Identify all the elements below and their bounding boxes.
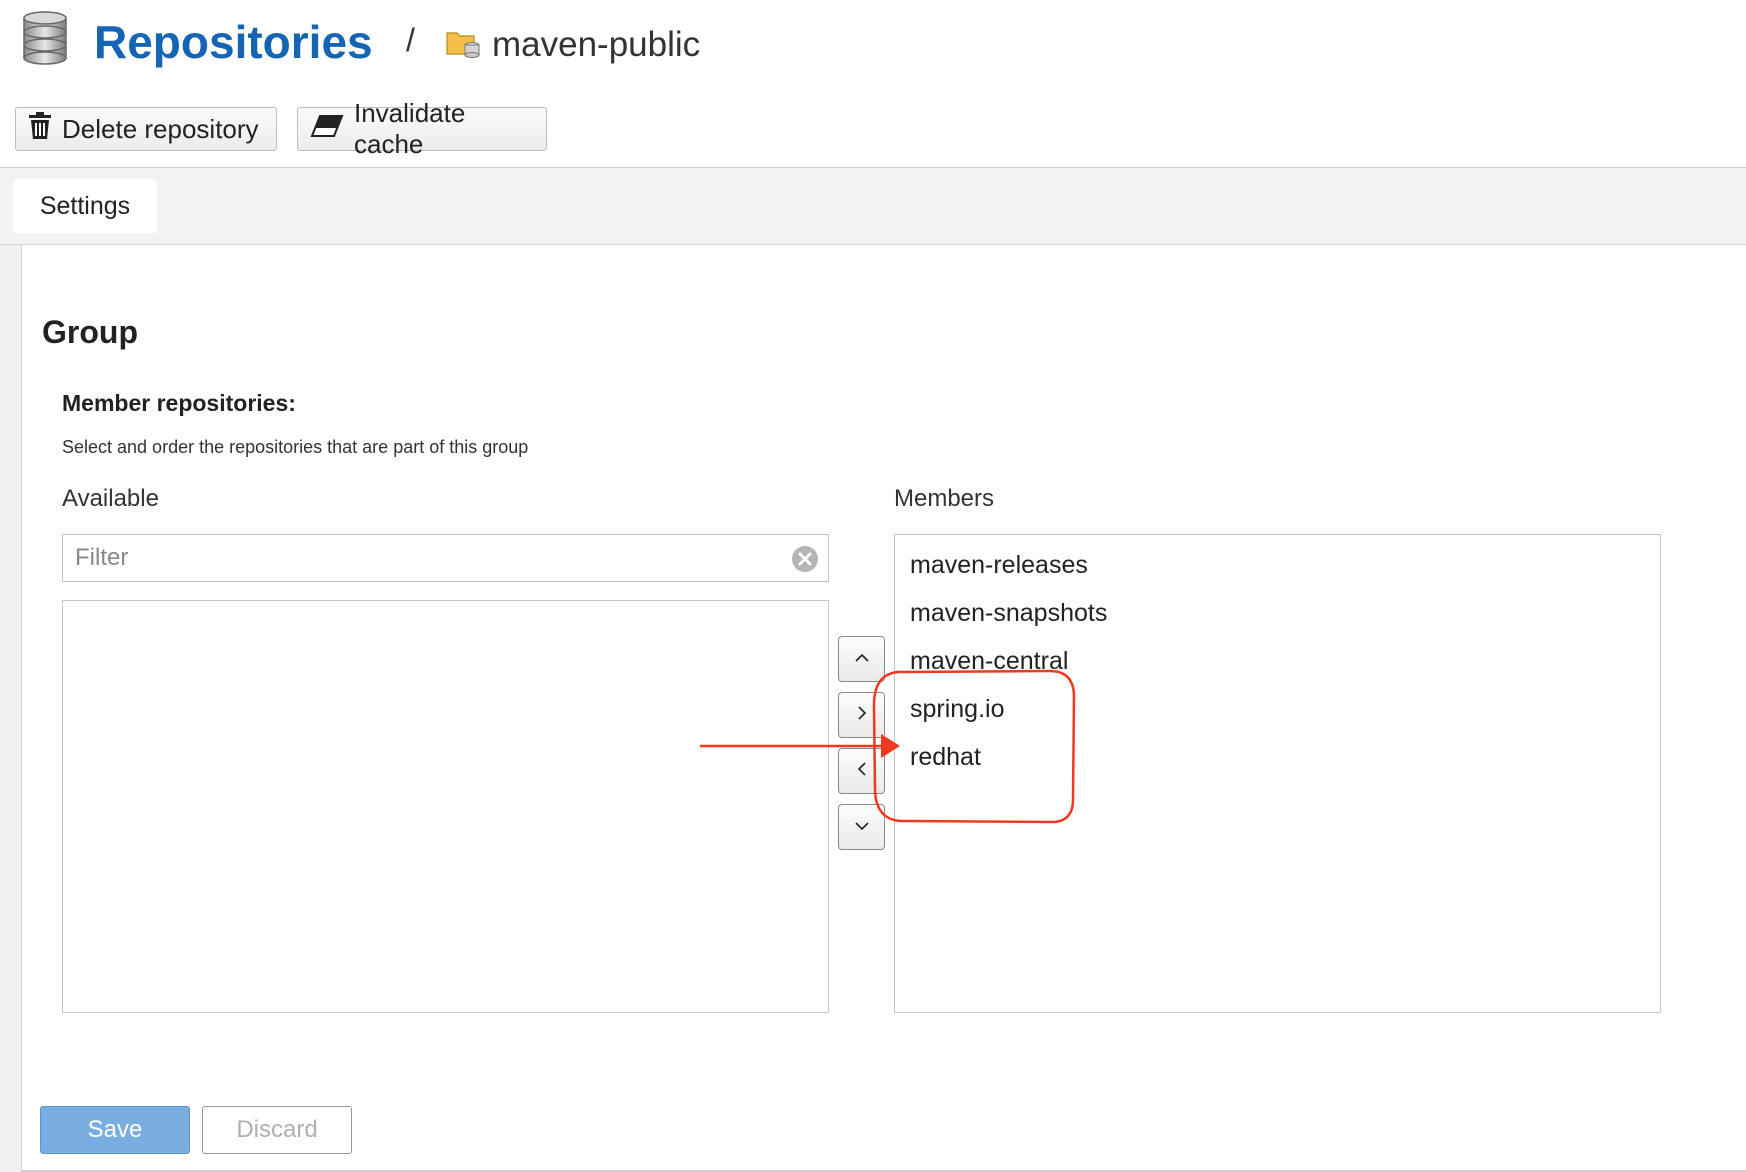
invalidate-cache-button[interactable]: Invalidate cache xyxy=(297,98,547,159)
available-label: Available xyxy=(62,485,159,512)
members-label: Members xyxy=(894,485,995,512)
chevron-left-icon xyxy=(857,761,867,782)
member-repositories-label: Member repositories: xyxy=(62,390,296,416)
section-heading-group: Group xyxy=(42,314,138,350)
tab-settings[interactable]: Settings xyxy=(13,179,157,233)
delete-repository-button[interactable]: Delete repository xyxy=(15,107,277,151)
invalidate-cache-label: Invalidate cache xyxy=(354,98,466,159)
clear-filter-icon[interactable] xyxy=(791,545,819,573)
eraser-icon xyxy=(310,114,354,145)
list-item[interactable]: spring.io xyxy=(895,689,1660,737)
list-item[interactable]: maven-central xyxy=(895,641,1660,689)
save-button[interactable]: Save xyxy=(40,1106,190,1154)
chevron-right-icon xyxy=(857,705,867,726)
delete-repository-label: Delete repository xyxy=(62,113,259,144)
member-repositories-description: Select and order the repositories that a… xyxy=(62,437,529,457)
add-to-members-button[interactable] xyxy=(838,692,885,738)
remove-from-members-button[interactable] xyxy=(838,748,885,794)
repository-name: maven-public xyxy=(492,25,701,64)
members-list[interactable]: maven-releases maven-snapshots maven-cen… xyxy=(894,534,1661,1013)
list-item[interactable]: redhat xyxy=(895,737,1660,785)
available-list[interactable] xyxy=(62,600,829,1013)
breadcrumb-separator: / xyxy=(406,22,415,58)
trash-icon xyxy=(28,111,62,147)
list-item[interactable]: maven-snapshots xyxy=(895,593,1660,641)
tab-strip xyxy=(0,167,1746,245)
page-title[interactable]: Repositories xyxy=(94,12,373,72)
move-down-button[interactable] xyxy=(838,804,885,850)
filter-input[interactable] xyxy=(62,534,829,582)
chevron-down-icon xyxy=(854,818,870,836)
list-item[interactable]: maven-releases xyxy=(895,545,1660,593)
database-icon xyxy=(22,10,68,66)
chevron-up-icon xyxy=(854,650,870,668)
discard-button[interactable]: Discard xyxy=(202,1106,352,1154)
folder-repo-icon xyxy=(446,28,480,58)
left-gutter xyxy=(0,245,22,1172)
move-up-button[interactable] xyxy=(838,636,885,682)
